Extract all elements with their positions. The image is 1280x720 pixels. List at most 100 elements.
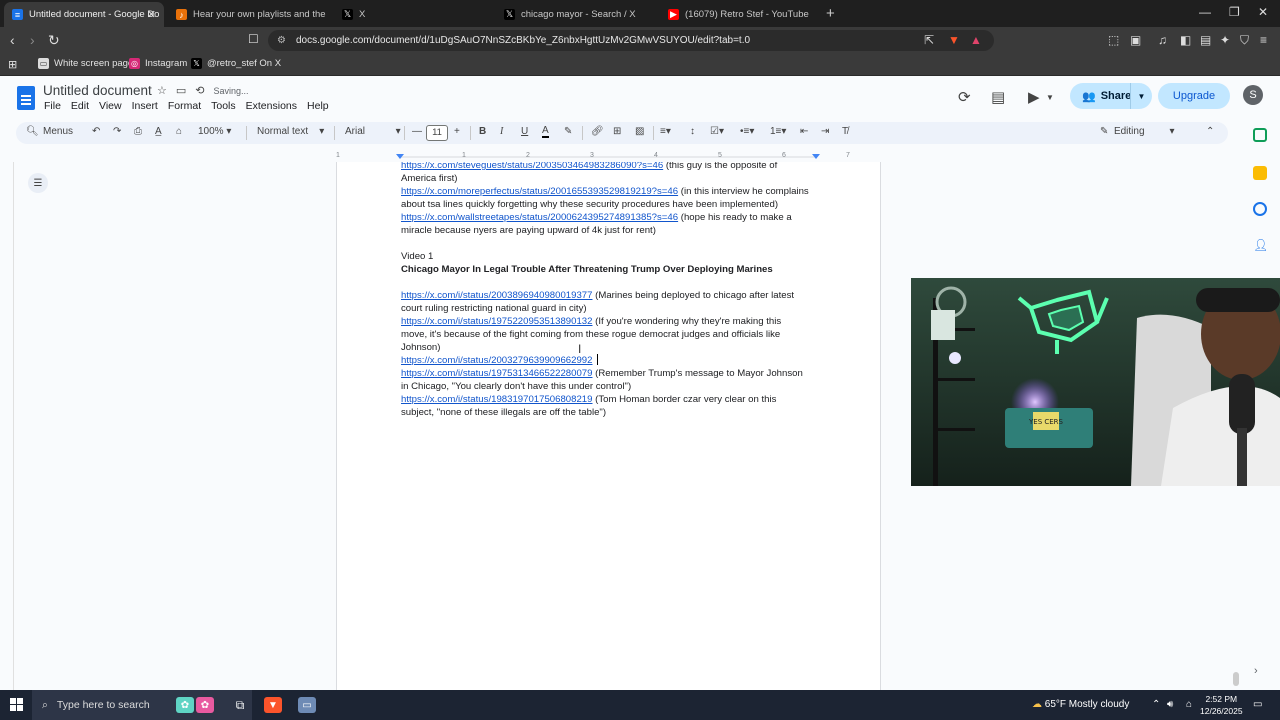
docs-logo-icon[interactable] <box>17 86 35 110</box>
brave-shield-icon[interactable]: ▼ <box>948 33 960 47</box>
share-page-icon[interactable]: ⇱ <box>924 33 934 47</box>
decrease-indent-icon[interactable]: ⇤ <box>800 126 808 137</box>
document-link[interactable]: https://x.com/moreperfectus/status/20016… <box>401 186 678 197</box>
sheets-icon[interactable] <box>1253 128 1267 142</box>
undo-icon[interactable]: ↶ <box>92 126 100 137</box>
bookmark-instagram[interactable]: ◎ Instagram <box>129 58 187 69</box>
menu-tools[interactable]: Tools <box>211 100 236 112</box>
numbered-list-icon[interactable]: 1≡▾ <box>770 126 786 137</box>
text-color-icon[interactable]: A <box>542 126 549 138</box>
document-link[interactable]: https://x.com/i/status/19752209535138901… <box>401 316 592 327</box>
chevron-down-icon[interactable]: ▼ <box>1046 93 1054 102</box>
clear-formatting-icon[interactable]: T̸ <box>842 126 848 137</box>
spellcheck-icon[interactable]: A̲ <box>155 126 162 137</box>
link-icon[interactable]: 🔗︎ <box>591 126 604 137</box>
right-indent-marker[interactable] <box>812 154 820 159</box>
decrease-font-size-icon[interactable]: — <box>412 126 422 137</box>
notifications-icon[interactable]: ▭ <box>1253 699 1262 710</box>
document-body[interactable]: https://x.com/steveguest/status/20035034… <box>401 162 821 419</box>
menu-icon[interactable]: ≡ <box>1260 33 1267 47</box>
left-indent-marker[interactable] <box>396 154 404 159</box>
keep-icon[interactable] <box>1253 166 1267 180</box>
task-view-icon[interactable]: ⧉ <box>231 697 249 713</box>
document-page[interactable]: https://x.com/steveguest/status/20035034… <box>336 162 881 690</box>
scrollbar-thumb[interactable] <box>1233 672 1239 686</box>
speaker-icon[interactable]: 🔊︎ <box>1167 699 1173 710</box>
line-spacing-icon[interactable]: ↕ <box>690 126 695 137</box>
leo-ai-icon[interactable]: ✦ <box>1220 33 1230 47</box>
share-button[interactable]: 👥 Share ▼ <box>1070 83 1152 109</box>
reload-icon[interactable]: ↻ <box>48 32 60 49</box>
weather-widget[interactable]: ☁ 65°F Mostly cloudy <box>1032 699 1129 710</box>
menu-view[interactable]: View <box>99 100 122 112</box>
comment-icon[interactable]: ⊞ <box>613 126 621 137</box>
font-size-input[interactable]: 11 <box>426 125 448 141</box>
comments-icon[interactable]: ▤ <box>991 88 1005 106</box>
tab-x-search[interactable]: 𝕏 chicago mayor - Search / X <box>496 2 656 27</box>
restore-icon[interactable]: ❐ <box>1229 5 1240 19</box>
bookmark-retro-stef-x[interactable]: 𝕏 @retro_stef On X <box>191 58 281 69</box>
highlight-icon[interactable]: ✎ <box>564 126 572 137</box>
avatar[interactable]: S <box>1243 85 1263 105</box>
editing-mode-select[interactable]: ✎ Editing ▾ <box>1100 126 1175 137</box>
document-link[interactable]: https://x.com/i/status/20038969409800193… <box>401 290 592 301</box>
chevron-right-icon[interactable]: › <box>1254 665 1258 677</box>
menu-insert[interactable]: Insert <box>132 100 158 112</box>
increase-indent-icon[interactable]: ⇥ <box>821 126 829 137</box>
menu-edit[interactable]: Edit <box>71 100 89 112</box>
redo-icon[interactable]: ↷ <box>113 126 121 137</box>
document-link[interactable]: https://x.com/wallstreetapes/status/2000… <box>401 212 678 223</box>
chevron-up-icon[interactable]: ⌃ <box>1206 126 1214 137</box>
bookmark-icon[interactable]: ☐ <box>248 32 259 46</box>
document-title[interactable]: Untitled document <box>43 83 152 98</box>
close-icon[interactable]: ✕ <box>147 8 156 21</box>
underline-icon[interactable]: U <box>521 126 528 137</box>
apps-grid-icon[interactable]: ⊞ <box>8 58 17 71</box>
brave-browser-icon[interactable]: ▼ <box>264 697 282 713</box>
system-clock[interactable]: 2:52 PM 12/26/2025 <box>1200 693 1243 717</box>
bold-icon[interactable]: B <box>479 126 486 137</box>
document-link[interactable]: https://x.com/i/status/19753134665222800… <box>401 368 592 379</box>
chevron-up-icon[interactable]: ⌃ <box>1152 699 1160 710</box>
share-dropdown-icon[interactable]: ▼ <box>1130 83 1152 109</box>
media-icon[interactable]: ♫ <box>1158 33 1167 47</box>
print-icon[interactable]: ⎙ <box>134 126 142 137</box>
contacts-icon[interactable]: 👤︎ <box>1253 238 1268 252</box>
tab-youtube[interactable]: ▶ (16079) Retro Stef - YouTube <box>660 2 820 27</box>
taskbar-search-input[interactable]: ⌕ Type here to search <box>32 690 252 720</box>
bookmark-white-screen[interactable]: ▭ White screen page <box>38 58 133 69</box>
tab-music[interactable]: ♪ Hear your own playlists and the playl <box>168 2 328 27</box>
tasks-icon[interactable] <box>1253 202 1267 216</box>
new-tab-plus-icon[interactable]: + <box>826 5 835 22</box>
image-icon[interactable]: ▨ <box>635 126 644 137</box>
version-history-icon[interactable]: ⟳ <box>958 88 971 106</box>
bulleted-list-icon[interactable]: •≡▾ <box>740 126 754 137</box>
move-folder-icon[interactable]: ▭ <box>176 84 186 97</box>
align-icon[interactable]: ≡▾ <box>660 126 671 137</box>
wallet-icon[interactable]: ▤ <box>1200 33 1211 47</box>
file-explorer-icon[interactable]: ▭ <box>298 697 316 713</box>
increase-font-size-icon[interactable]: + <box>454 126 460 137</box>
search-highlight-icon[interactable]: ✿ <box>196 697 214 713</box>
paint-format-icon[interactable]: ⌂ <box>176 126 182 137</box>
widgets-icon[interactable]: ✿ <box>176 697 194 713</box>
meet-icon[interactable]: ▶ <box>1028 88 1040 106</box>
document-link[interactable]: https://x.com/steveguest/status/20035034… <box>401 162 663 171</box>
style-select[interactable]: Normal text ▾ <box>257 126 324 137</box>
document-link[interactable]: https://x.com/i/status/19831970175068082… <box>401 394 592 405</box>
sidebar-icon[interactable]: ◧ <box>1180 33 1191 47</box>
minimize-icon[interactable]: — <box>1199 5 1211 19</box>
checklist-icon[interactable]: ☑▾ <box>710 126 724 137</box>
zoom-select[interactable]: 100% ▾ <box>198 126 231 137</box>
menu-format[interactable]: Format <box>168 100 201 112</box>
menu-file[interactable]: File <box>44 100 61 112</box>
document-outline-icon[interactable]: ☰ <box>28 173 48 193</box>
network-icon[interactable]: ⌂ <box>1186 699 1192 710</box>
menus-search[interactable]: Menus <box>43 126 73 137</box>
font-select[interactable]: Arial ▾ <box>345 126 401 137</box>
document-link[interactable]: https://x.com/i/status/20032796399096629… <box>401 355 592 366</box>
site-info-icon[interactable]: ⚙ <box>277 30 286 51</box>
url-field[interactable]: ⚙ docs.google.com/document/d/1uDgSAuO7Nn… <box>268 30 994 51</box>
tab-google-docs[interactable]: ≡ Untitled document - Google Do ✕ <box>4 2 164 27</box>
window-close-icon[interactable]: ✕ <box>1258 5 1268 19</box>
